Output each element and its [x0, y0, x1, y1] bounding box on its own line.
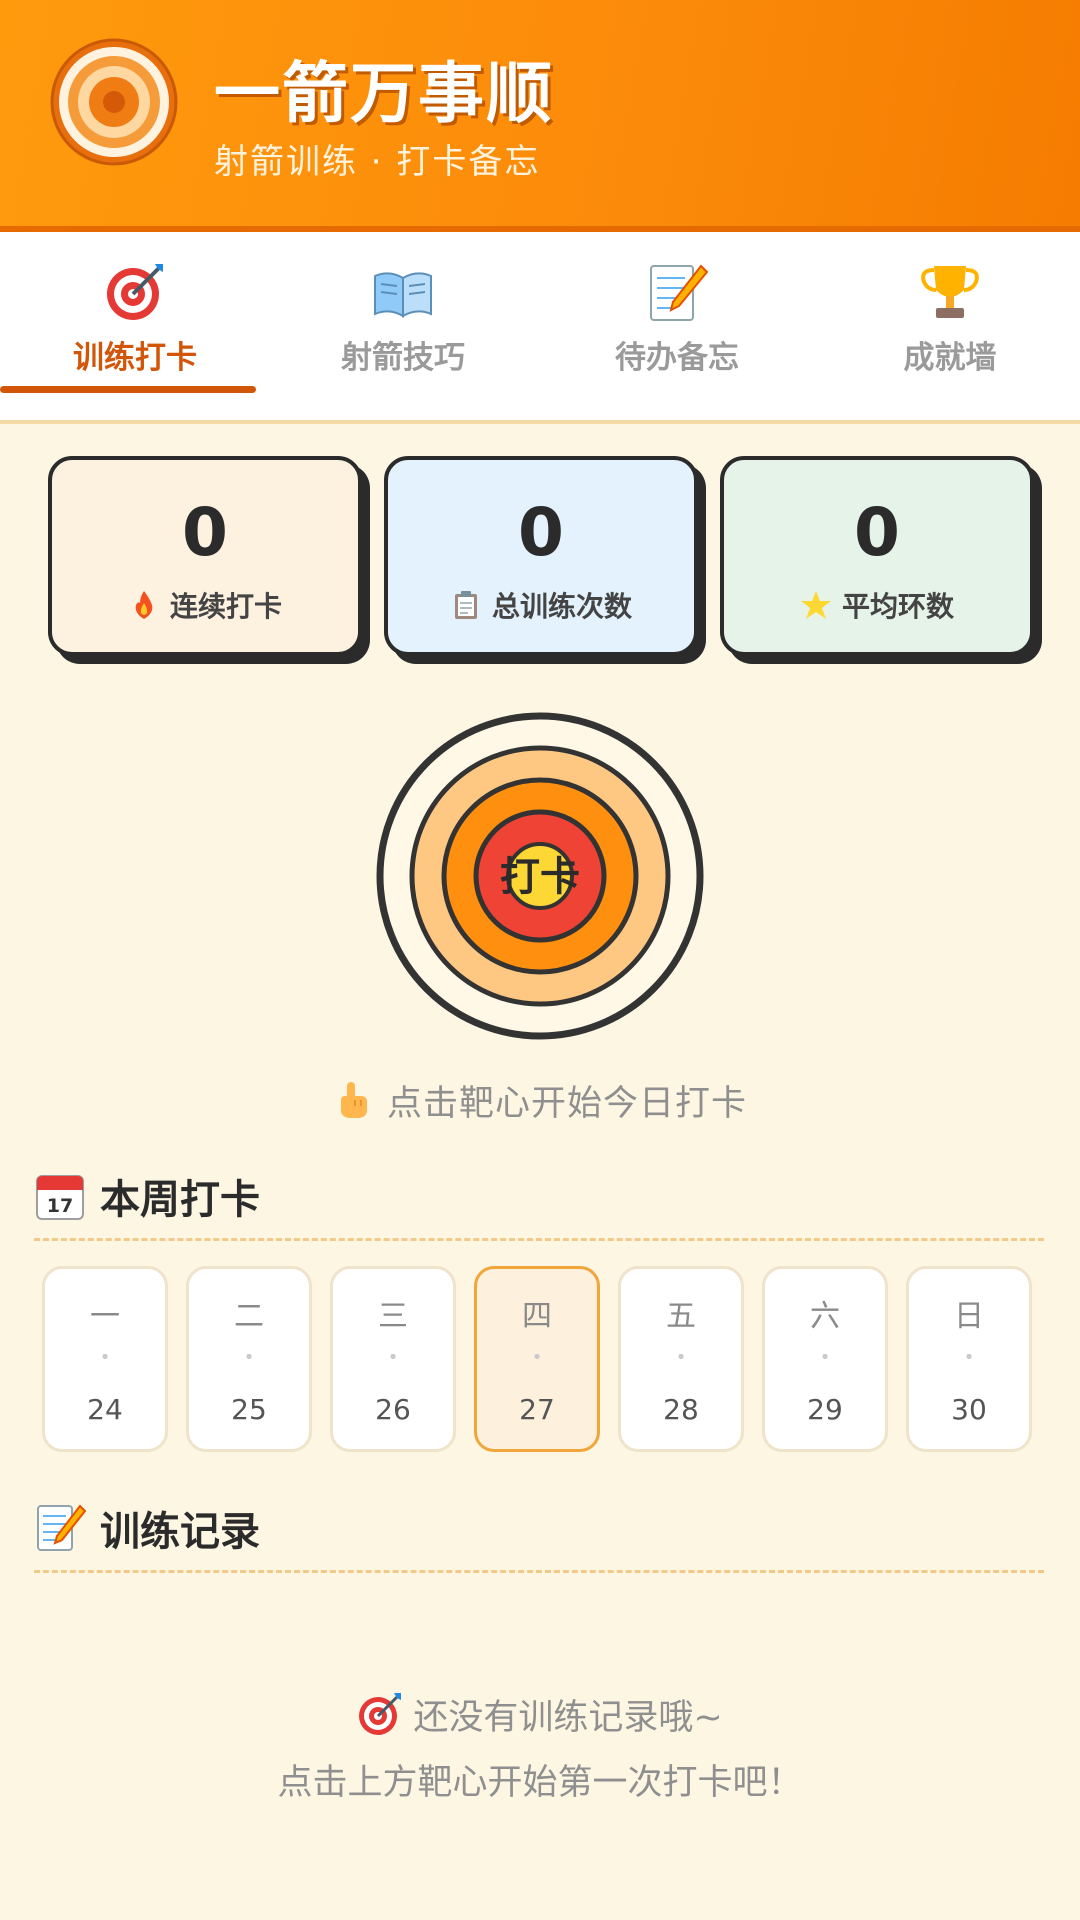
day-name: 三: [378, 1299, 408, 1334]
tab-todo-memo[interactable]: 待办备忘: [542, 260, 812, 400]
tab-label: 训练打卡: [73, 340, 197, 376]
day-status-dot: •: [387, 1347, 399, 1368]
memo-icon: [37, 1504, 86, 1551]
app-title: 一箭万事顺: [214, 55, 554, 132]
stat-label: 平均环数: [841, 590, 954, 623]
day-name: 二: [234, 1299, 264, 1334]
day-card[interactable]: 三 • 26: [330, 1266, 456, 1452]
day-date: 28: [663, 1393, 699, 1426]
day-name: 日: [954, 1299, 984, 1334]
fire-icon: [135, 591, 153, 619]
tab-bar: 训练打卡 射箭技巧 待办备忘 成就墙: [0, 232, 1080, 424]
clipboard-icon: [454, 591, 477, 619]
day-card[interactable]: 五 • 28: [618, 1266, 744, 1452]
day-status-dot: •: [243, 1347, 255, 1368]
records-empty-state: 还没有训练记录哦~: [0, 1684, 1080, 1744]
week-section-header: 17 本周打卡: [34, 1164, 1044, 1228]
stat-card-average-score: 0 平均环数: [720, 456, 1034, 656]
tab-label: 射箭技巧: [341, 340, 465, 376]
day-status-dot: •: [531, 1347, 543, 1368]
checkin-hint: 点击靶心开始今日打卡: [0, 1072, 1080, 1128]
section-divider: [34, 1238, 1044, 1241]
day-date: 29: [807, 1393, 843, 1426]
day-name: 五: [666, 1299, 696, 1334]
day-status-dot: •: [819, 1347, 831, 1368]
memo-icon: [650, 264, 709, 321]
stat-label: 连续打卡: [169, 590, 282, 623]
stat-value: 0: [518, 494, 564, 571]
archery-target-logo: [50, 38, 178, 166]
app-subtitle: 射箭训练 · 打卡备忘: [214, 142, 541, 182]
target-center-label: 打卡: [500, 854, 580, 900]
open-book-icon: [374, 272, 432, 318]
day-name: 六: [810, 1299, 840, 1334]
records-section-header: 训练记录: [34, 1496, 1044, 1560]
stat-label: 总训练次数: [491, 590, 632, 623]
app-header: 一箭万事顺 射箭训练 · 打卡备忘: [0, 0, 1080, 232]
tab-label: 成就墙: [903, 340, 997, 376]
day-date: 26: [375, 1393, 411, 1426]
day-date: 24: [87, 1393, 123, 1426]
day-status-dot: •: [99, 1347, 111, 1368]
trophy-icon: [921, 266, 979, 318]
empty-title: 还没有训练记录哦~: [413, 1697, 723, 1738]
direct-hit-icon: [359, 1693, 402, 1735]
star-icon: [800, 591, 831, 619]
day-date: 27: [519, 1393, 555, 1426]
tab-achievement-wall[interactable]: 成就墙: [815, 260, 1080, 400]
stat-card-total-sessions: 0 总训练次数: [384, 456, 698, 656]
calendar-icon: 17: [36, 1175, 84, 1220]
checkin-target-button[interactable]: 打卡: [376, 712, 704, 1040]
empty-subtitle: 点击上方靶心开始第一次打卡吧！: [277, 1763, 803, 1803]
tab-training-checkin[interactable]: 训练打卡: [0, 260, 270, 400]
active-tab-indicator: [0, 386, 256, 393]
day-name: 四: [522, 1299, 552, 1334]
day-name: 一: [90, 1299, 120, 1334]
direct-hit-icon: [107, 264, 163, 320]
day-card-today[interactable]: 四 • 27: [474, 1266, 600, 1452]
day-card[interactable]: 日 • 30: [906, 1266, 1032, 1452]
tab-archery-tips[interactable]: 射箭技巧: [268, 260, 538, 400]
day-date: 30: [951, 1393, 987, 1426]
stat-value: 0: [854, 494, 900, 571]
pointing-up-icon: [340, 1082, 367, 1118]
section-title: 本周打卡: [100, 1177, 260, 1223]
day-card[interactable]: 六 • 29: [762, 1266, 888, 1452]
day-status-dot: •: [963, 1347, 975, 1368]
svg-text:17: 17: [47, 1195, 73, 1217]
hint-text: 点击靶心开始今日打卡: [386, 1083, 747, 1124]
stat-card-streak: 0 连续打卡: [48, 456, 362, 656]
tab-label: 待办备忘: [615, 340, 739, 376]
day-card[interactable]: 一 • 24: [42, 1266, 168, 1452]
section-divider: [34, 1570, 1044, 1573]
section-title: 训练记录: [100, 1509, 260, 1555]
stat-value: 0: [182, 494, 228, 571]
day-card[interactable]: 二 • 25: [186, 1266, 312, 1452]
day-date: 25: [231, 1393, 267, 1426]
day-status-dot: •: [675, 1347, 687, 1368]
